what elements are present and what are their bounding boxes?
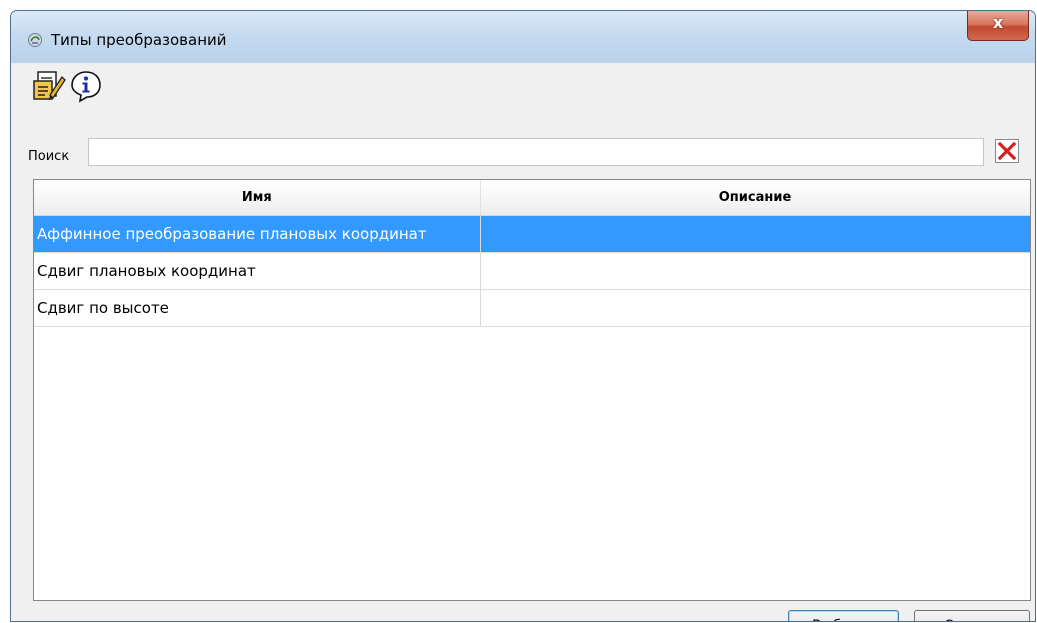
table-cell-name[interactable]: Аффинное преобразование плановых координ…: [34, 215, 481, 253]
table-cell-description[interactable]: [480, 252, 1030, 290]
cancel-button[interactable]: Отмена: [914, 610, 1030, 621]
window-title: Типы преобразований: [51, 31, 227, 49]
search-label: Поиск: [28, 149, 70, 164]
app-icon: [27, 32, 43, 48]
close-icon: x: [992, 13, 1004, 32]
table-cell-description[interactable]: [480, 289, 1030, 327]
clear-icon: [997, 141, 1017, 161]
clear-search-button[interactable]: [995, 139, 1019, 163]
search-input[interactable]: [88, 138, 984, 166]
table-row[interactable]: Сдвиг по высоте: [34, 289, 1030, 327]
edit-document-icon[interactable]: [32, 69, 66, 103]
table-cell-name[interactable]: Сдвиг по высоте: [34, 289, 481, 327]
table-row[interactable]: Аффинное преобразование плановых координ…: [34, 215, 1030, 253]
close-button[interactable]: x: [967, 11, 1029, 41]
table-header-row: Имя Описание: [34, 180, 1030, 216]
column-header-name[interactable]: Имя: [34, 180, 481, 216]
column-header-description[interactable]: Описание: [480, 180, 1030, 216]
select-button[interactable]: Выбрать: [788, 610, 899, 621]
table-cell-name[interactable]: Сдвиг плановых координат: [34, 252, 481, 290]
dialog-window: Типы преобразований x Поиск Имя Описание…: [10, 10, 1036, 622]
dialog-content: Поиск Имя Описание Аффинное преобразован…: [18, 63, 1031, 621]
transformation-types-table[interactable]: Имя Описание Аффинное преобразование пла…: [33, 179, 1031, 601]
table-cell-description[interactable]: [480, 215, 1030, 253]
title-bar[interactable]: Типы преобразований x: [11, 11, 1035, 63]
table-row[interactable]: Сдвиг плановых координат: [34, 252, 1030, 290]
info-icon[interactable]: [69, 69, 103, 103]
